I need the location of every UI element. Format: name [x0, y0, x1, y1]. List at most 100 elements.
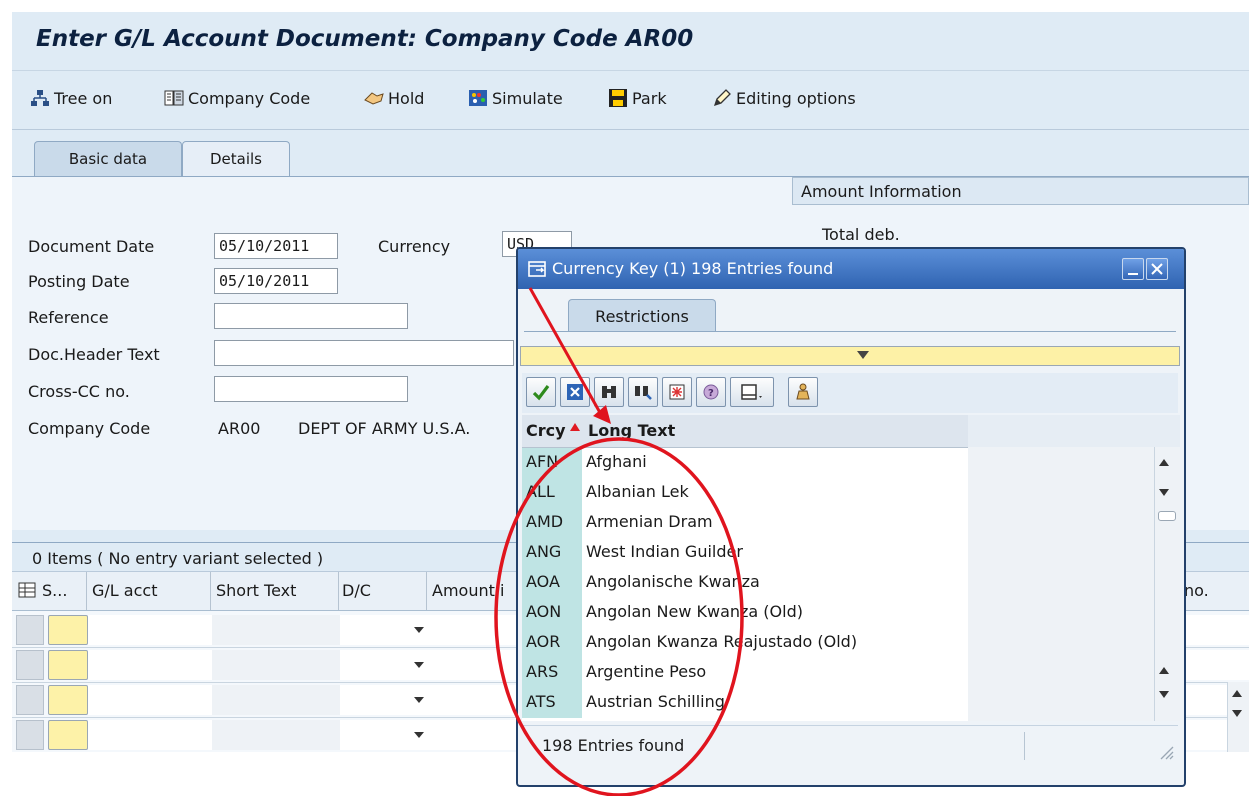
minimize-button[interactable]	[1122, 258, 1144, 280]
document-date-field[interactable]: 05/10/2011	[214, 233, 338, 259]
personal-list-button[interactable]	[788, 377, 818, 407]
page-down-icon[interactable]	[1159, 691, 1169, 698]
doc-header-text-field[interactable]	[214, 340, 514, 366]
posting-date-field[interactable]: 05/10/2011	[214, 268, 338, 294]
currency-name: Austrian Schilling	[586, 692, 725, 711]
sort-ascending-icon	[570, 417, 580, 435]
cross-cc-label: Cross-CC no.	[28, 382, 130, 401]
amount-cell[interactable]	[428, 685, 528, 715]
currency-list-header: Crcy Long Text	[522, 415, 968, 448]
chevron-down-icon[interactable]	[414, 627, 424, 633]
tree-on-button[interactable]: Tree on	[30, 85, 112, 111]
chevron-down-icon[interactable]	[414, 662, 424, 668]
tab-basic-data[interactable]: Basic data	[34, 141, 182, 176]
debit-credit-cell[interactable]	[340, 650, 429, 680]
row-status-field[interactable]	[48, 615, 88, 645]
row-status-field[interactable]	[48, 720, 88, 750]
gl-account-cell[interactable]	[88, 615, 213, 645]
right-cell[interactable]	[1180, 615, 1249, 645]
help-button[interactable]: ?	[696, 377, 726, 407]
copy-button[interactable]	[526, 377, 556, 407]
print-button[interactable]	[730, 377, 774, 407]
amount-cell[interactable]	[428, 615, 528, 645]
checkmark-icon	[532, 385, 550, 401]
cancel-button[interactable]	[560, 377, 590, 407]
expand-arrow-icon[interactable]	[857, 351, 869, 359]
column-amount[interactable]: Amount i	[432, 581, 504, 600]
scroll-down-icon[interactable]	[1232, 710, 1242, 717]
column-debit-credit[interactable]: D/C	[342, 581, 371, 600]
row-selector[interactable]	[16, 720, 44, 750]
close-button[interactable]	[1146, 258, 1168, 280]
reference-field[interactable]	[214, 303, 408, 329]
row-status-field[interactable]	[48, 685, 88, 715]
scroll-down-icon[interactable]	[1159, 489, 1169, 496]
scroll-thumb[interactable]	[1158, 511, 1176, 521]
list-item[interactable]: AON Angolan New Kwanza (Old)	[522, 598, 968, 628]
find-button[interactable]	[594, 377, 624, 407]
list-item[interactable]: ATS Austrian Schilling	[522, 688, 968, 718]
list-item[interactable]: AMD Armenian Dram	[522, 508, 968, 538]
row-selector[interactable]	[16, 685, 44, 715]
entries-found-status: 198 Entries found	[542, 736, 685, 755]
amount-cell[interactable]	[428, 720, 528, 750]
hold-button[interactable]: Hold	[364, 85, 424, 111]
currency-code: ATS	[522, 688, 582, 718]
resize-grip-icon[interactable]	[1158, 744, 1174, 764]
list-item[interactable]: ARS Argentine Peso	[522, 658, 968, 688]
gl-account-cell[interactable]	[88, 685, 213, 715]
park-button[interactable]: Park	[608, 85, 667, 111]
tab-details[interactable]: Details	[182, 141, 290, 176]
items-scrollbar[interactable]	[1227, 682, 1249, 752]
company-code-label: Company Code	[188, 88, 311, 108]
amount-information-header: Amount Information	[792, 177, 1249, 205]
editing-options-button[interactable]: Editing options	[712, 85, 856, 111]
scroll-up-icon[interactable]	[1232, 690, 1242, 697]
tab-restrictions[interactable]: Restrictions	[568, 299, 716, 332]
page-title: Enter G/L Account Document: Company Code…	[36, 26, 694, 52]
dialog-window-icon	[528, 260, 546, 282]
company-code-button[interactable]: Company Code	[164, 85, 310, 111]
column-long-text[interactable]: Long Text	[588, 421, 675, 440]
row-status-field[interactable]	[48, 650, 88, 680]
column-crcy[interactable]: Crcy	[526, 421, 566, 440]
currency-name: Albanian Lek	[586, 482, 689, 501]
row-selector[interactable]	[16, 650, 44, 680]
restrictions-toggle-bar[interactable]	[520, 346, 1180, 366]
column-gl-acct[interactable]: G/L acct	[92, 581, 157, 600]
chevron-down-icon[interactable]	[414, 697, 424, 703]
cross-cc-field[interactable]	[214, 376, 408, 402]
currency-name: Armenian Dram	[586, 512, 713, 531]
column-short-text[interactable]: Short Text	[216, 581, 296, 600]
scroll-up-icon[interactable]	[1159, 459, 1169, 466]
list-item[interactable]: ALL Albanian Lek	[522, 478, 968, 508]
reference-label: Reference	[28, 308, 109, 327]
currency-code: AOA	[522, 568, 582, 598]
right-cell[interactable]	[1180, 650, 1249, 680]
currency-list-scrollbar[interactable]	[1154, 447, 1177, 721]
amount-cell[interactable]	[428, 650, 528, 680]
debit-credit-cell[interactable]	[340, 685, 429, 715]
table-settings-icon[interactable]	[18, 581, 36, 603]
column-status[interactable]: S...	[42, 581, 67, 600]
find-next-button[interactable]	[628, 377, 658, 407]
new-entries-button[interactable]	[662, 377, 692, 407]
list-item[interactable]: AOA Angolanische Kwanza	[522, 568, 968, 598]
list-item[interactable]: AFN Afghani	[522, 448, 968, 478]
chevron-down-icon[interactable]	[414, 732, 424, 738]
row-selector[interactable]	[16, 615, 44, 645]
debit-credit-cell[interactable]	[340, 615, 429, 645]
dialog-title-bar: Currency Key (1) 198 Entries found	[518, 249, 1184, 289]
simulate-button[interactable]: Simulate	[468, 85, 563, 111]
currency-name: Angolan Kwanza Reajustado (Old)	[586, 632, 858, 651]
gl-account-cell[interactable]	[88, 720, 213, 750]
list-item[interactable]: AOR Angolan Kwanza Reajustado (Old)	[522, 628, 968, 658]
debit-credit-cell[interactable]	[340, 720, 429, 750]
currency-code: AON	[522, 598, 582, 628]
list-item[interactable]: ANG West Indian Guilder	[522, 538, 968, 568]
column-right-no[interactable]: no.	[1184, 581, 1209, 600]
new-entry-icon	[669, 384, 685, 400]
printer-icon	[741, 384, 762, 400]
gl-account-cell[interactable]	[88, 650, 213, 680]
page-up-icon[interactable]	[1159, 667, 1169, 674]
